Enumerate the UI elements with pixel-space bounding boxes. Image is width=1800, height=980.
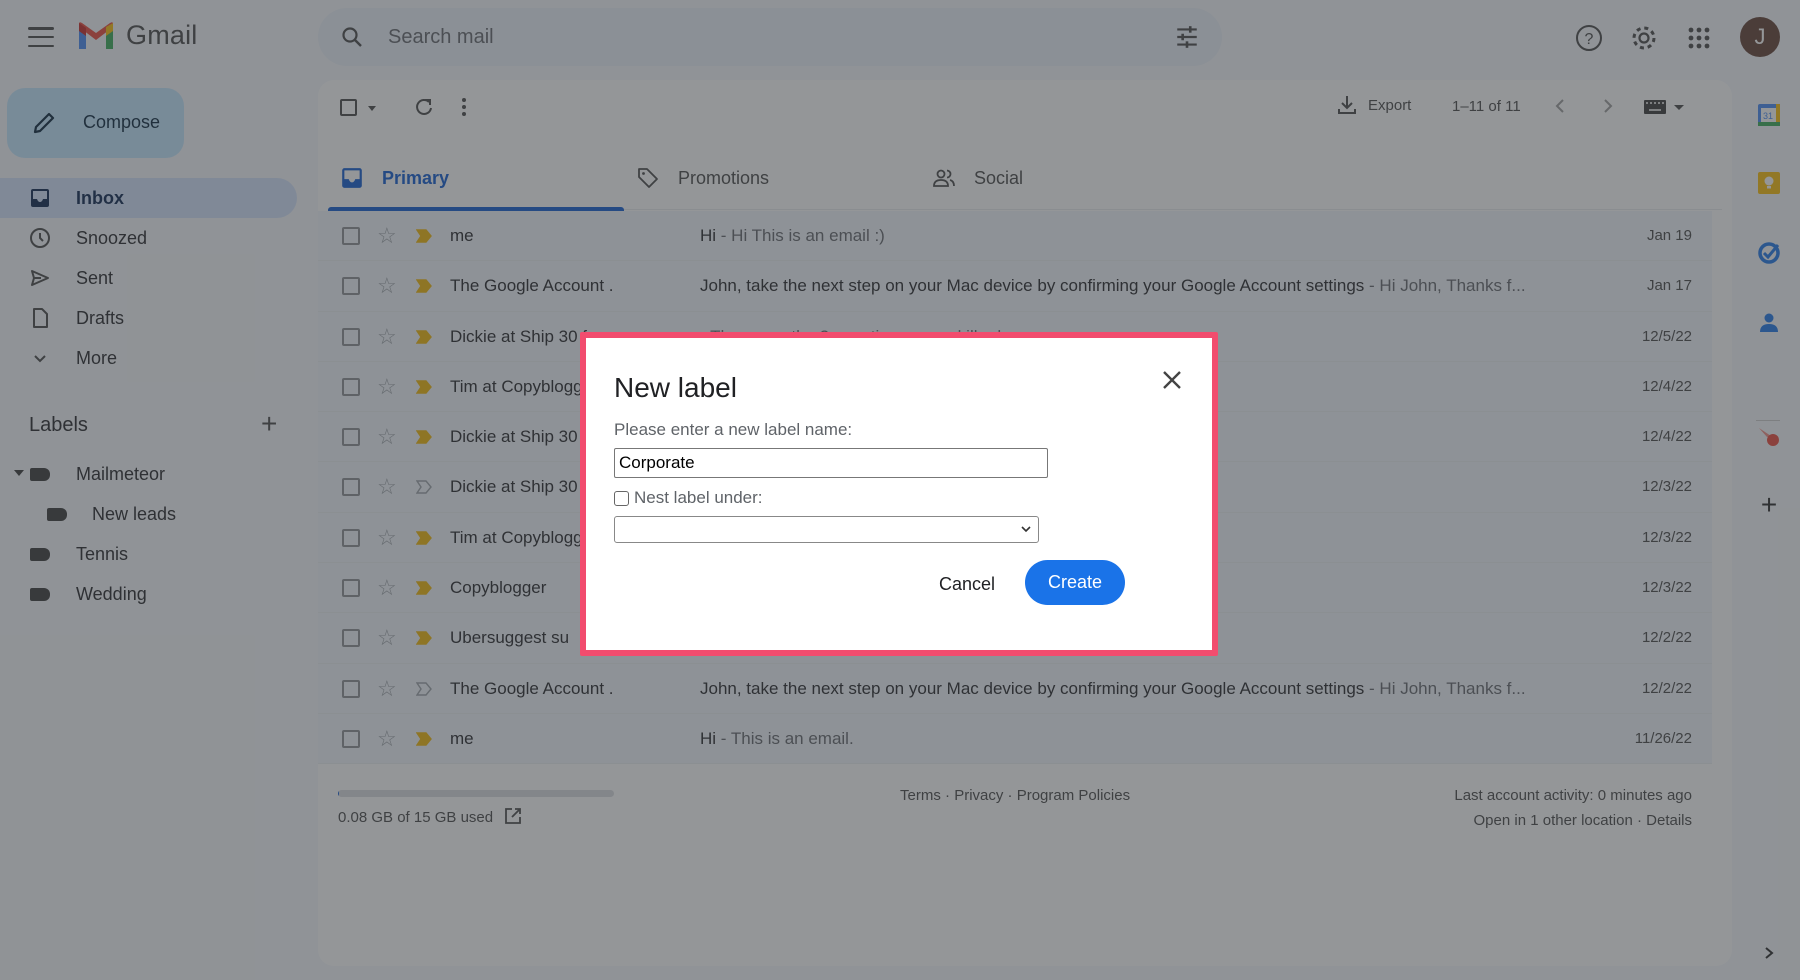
cancel-button[interactable]: Cancel bbox=[922, 562, 1012, 606]
nest-label-text: Nest label under: bbox=[634, 488, 763, 507]
label-name-prompt: Please enter a new label name: bbox=[614, 420, 853, 439]
parent-label-select[interactable] bbox=[614, 516, 1039, 543]
nest-label-checkbox[interactable] bbox=[614, 490, 629, 506]
nest-label-row: Nest label under: bbox=[614, 488, 763, 508]
label-name-input[interactable] bbox=[614, 448, 1048, 478]
dialog-highlight-frame: New label Please enter a new label name:… bbox=[580, 332, 1218, 656]
dialog-title: New label bbox=[614, 372, 737, 403]
chevron-down-icon bbox=[1021, 526, 1031, 533]
close-icon[interactable] bbox=[1158, 366, 1186, 394]
create-button[interactable]: Create bbox=[1025, 560, 1125, 605]
new-label-dialog: New label Please enter a new label name:… bbox=[586, 338, 1212, 650]
